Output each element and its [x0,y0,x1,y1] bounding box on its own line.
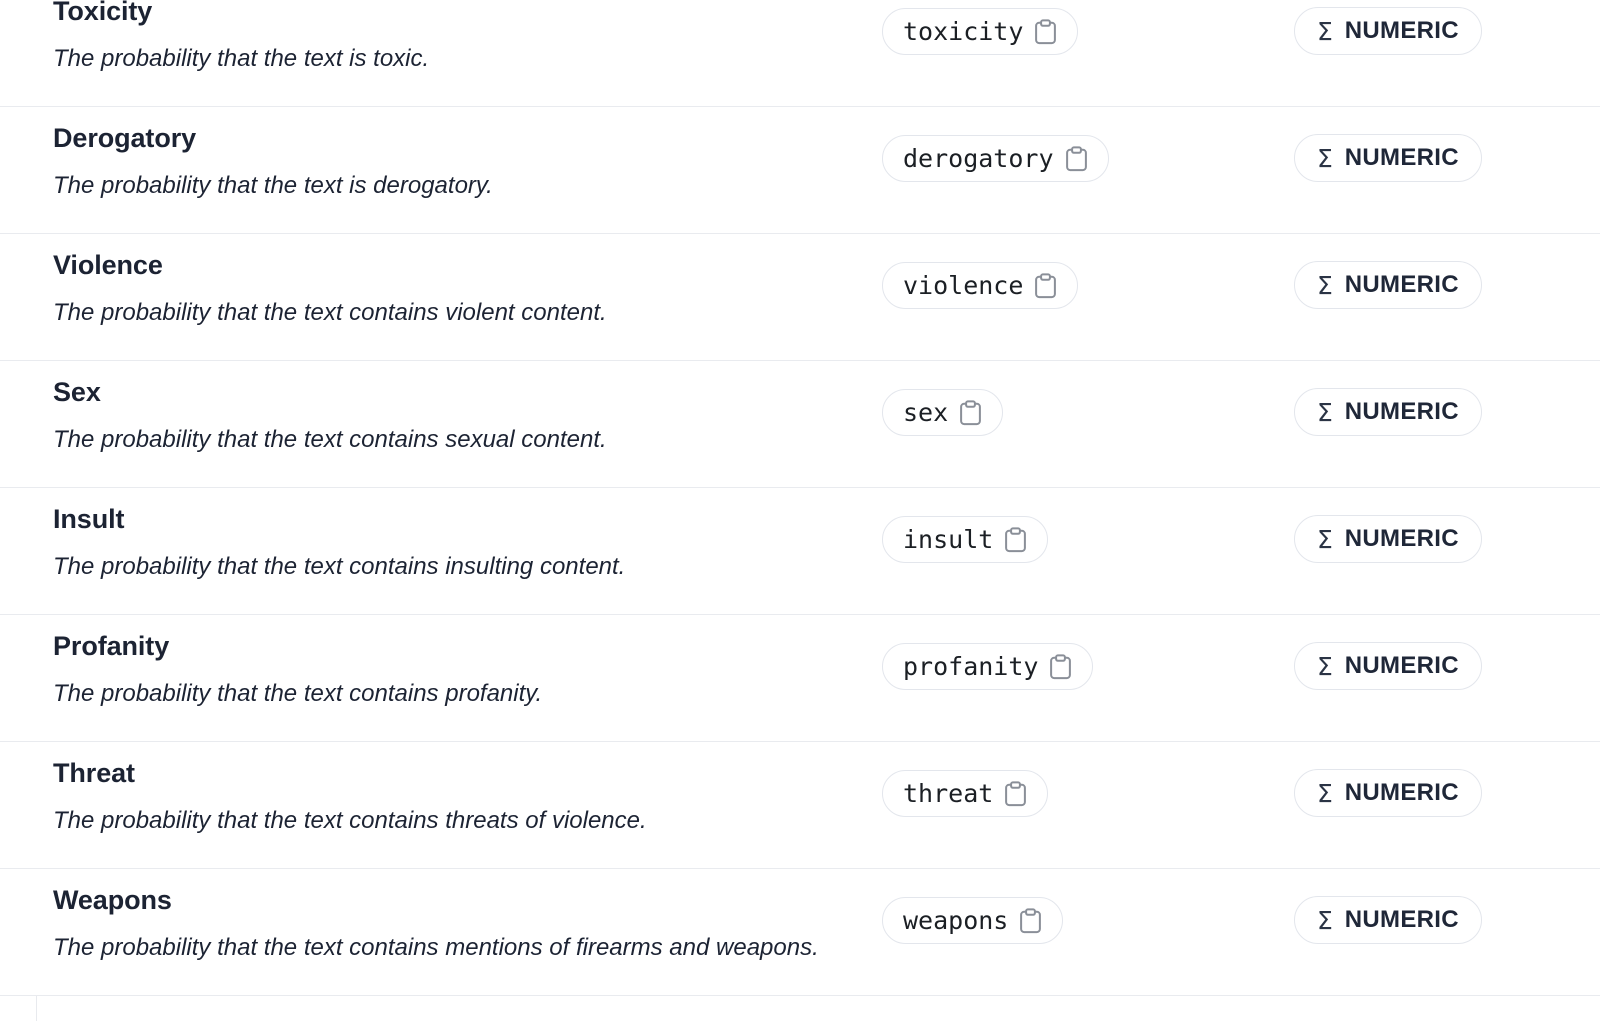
field-description: The probability that the text contains v… [53,299,607,326]
clipboard-icon[interactable] [1004,526,1027,553]
field-key-label: profanity [903,652,1039,681]
field-key-chip[interactable]: threat [882,770,1049,817]
field-key-label: insult [903,525,994,554]
row-text-block: Violence The probability that the text c… [53,248,816,329]
field-type-label: NUMERIC [1344,779,1459,806]
row-text-block: Profanity The probability that the text … [53,629,816,710]
field-key-chip[interactable]: insult [882,516,1049,563]
sigma-icon: Σ [1317,651,1333,681]
row-text-block: Sex The probability that the text contai… [53,375,816,456]
table-row-violence[interactable]: Violence The probability that the text c… [0,234,1600,361]
field-type-badge[interactable]: Σ NUMERIC [1294,642,1482,690]
field-description: The probability that the text contains p… [53,680,543,707]
field-key-label: weapons [903,906,1009,935]
clipboard-icon[interactable] [1019,907,1042,934]
table-row-threat[interactable]: Threat The probability that the text con… [0,742,1600,869]
clipboard-icon[interactable] [1049,653,1072,680]
field-key-label: toxicity [903,17,1024,46]
sigma-icon: Σ [1317,397,1333,427]
field-title: Weapons [53,885,172,915]
schema-field-list: Toxicity The probability that the text i… [0,0,1600,1021]
table-row-weapons[interactable]: Weapons The probability that the text co… [0,869,1600,996]
field-key-label: derogatory [903,144,1054,173]
clipboard-icon[interactable] [1034,18,1057,45]
field-description: The probability that the text is derogat… [53,172,493,199]
field-type-label: NUMERIC [1344,906,1459,933]
field-type-label: NUMERIC [1344,144,1459,171]
field-key-label: sex [903,398,949,427]
row-text-block: Threat The probability that the text con… [53,756,816,837]
field-type-badge[interactable]: Σ NUMERIC [1294,134,1482,182]
field-description: The probability that the text is toxic. [53,45,430,72]
field-key-chip[interactable]: toxicity [882,8,1079,55]
field-type-label: NUMERIC [1344,17,1459,44]
clipboard-icon[interactable] [959,399,982,426]
field-description: The probability that the text contains s… [53,426,607,453]
field-description: The probability that the text contains i… [53,553,626,580]
field-rows: Toxicity The probability that the text i… [0,0,1600,996]
field-key-chip[interactable]: weapons [882,897,1064,944]
table-row-derogatory[interactable]: Derogatory The probability that the text… [0,107,1600,234]
sigma-icon: Σ [1317,524,1333,554]
field-key-chip[interactable]: profanity [882,643,1094,690]
table-row-toxicity[interactable]: Toxicity The probability that the text i… [0,0,1600,107]
field-key-chip[interactable]: violence [882,262,1079,309]
clipboard-icon[interactable] [1065,145,1088,172]
field-type-badge[interactable]: Σ NUMERIC [1294,261,1482,309]
row-text-block: Weapons The probability that the text co… [53,883,816,964]
sigma-icon: Σ [1317,778,1333,808]
field-title: Violence [53,250,163,280]
sigma-icon: Σ [1317,143,1333,173]
field-type-label: NUMERIC [1344,271,1459,298]
field-type-badge[interactable]: Σ NUMERIC [1294,388,1482,436]
field-description: The probability that the text contains m… [53,934,816,961]
field-title: Insult [53,504,125,534]
field-type-label: NUMERIC [1344,652,1459,679]
sigma-icon: Σ [1317,16,1333,46]
field-title: Sex [53,377,101,407]
field-description: The probability that the text contains t… [53,807,647,834]
table-row-sex[interactable]: Sex The probability that the text contai… [0,361,1600,488]
row-text-block: Toxicity The probability that the text i… [53,0,816,75]
field-type-label: NUMERIC [1344,525,1459,552]
field-key-chip[interactable]: sex [882,389,1004,436]
field-title: Toxicity [53,0,153,26]
sigma-icon: Σ [1317,270,1333,300]
clipboard-icon[interactable] [1034,272,1057,299]
field-type-badge[interactable]: Σ NUMERIC [1294,896,1482,944]
table-row-profanity[interactable]: Profanity The probability that the text … [0,615,1600,742]
table-row-insult[interactable]: Insult The probability that the text con… [0,488,1600,615]
clipboard-icon[interactable] [1004,780,1027,807]
field-key-label: threat [903,779,994,808]
field-key-chip[interactable]: derogatory [882,135,1109,182]
field-type-badge[interactable]: Σ NUMERIC [1294,7,1482,55]
row-text-block: Derogatory The probability that the text… [53,121,816,202]
field-type-badge[interactable]: Σ NUMERIC [1294,515,1482,563]
field-type-badge[interactable]: Σ NUMERIC [1294,769,1482,817]
row-text-block: Insult The probability that the text con… [53,502,816,583]
field-title: Derogatory [53,123,197,153]
field-key-label: violence [903,271,1024,300]
field-type-label: NUMERIC [1344,398,1459,425]
field-title: Threat [53,758,135,788]
sigma-icon: Σ [1317,905,1333,935]
field-title: Profanity [53,631,170,661]
